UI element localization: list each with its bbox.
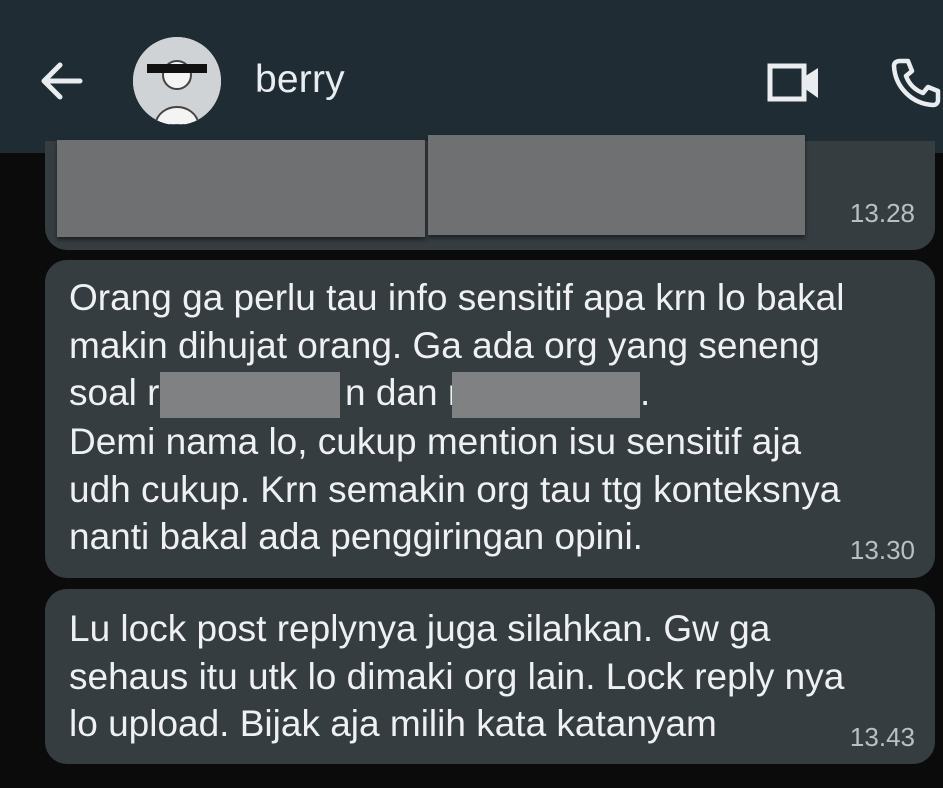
contact-name[interactable]: berry [255,58,345,102]
message-bubble[interactable]: Orang ga perlu tau info sensitif apa krn… [45,260,935,578]
message-line: Orang ga perlu tau info sensitif apa krn… [69,277,845,318]
message-line: lo upload. Bijak aja milih kata katanyam [69,703,717,744]
video-camera-icon [767,63,818,102]
message-bubble[interactable]: Lu lock post replynya juga silahkan. Gw … [45,589,935,764]
message-line: . [640,372,651,413]
redacted-text [452,372,640,418]
message-line: makin dihujat orang. Ga ada org yang sen… [69,325,820,366]
message-time: 13.30 [849,535,915,565]
message-bubble[interactable]: 13.28 [45,135,935,250]
avatar-image [133,37,221,125]
avatar[interactable] [133,37,221,125]
video-call-button[interactable] [766,60,822,106]
message-line: Demi nama lo, cukup mention isu sensitif… [69,421,802,462]
message-time: 13.43 [849,722,915,752]
message-line: n dan r [345,372,461,413]
chat-header: berry [0,0,943,153]
redacted-image-right [428,135,805,235]
voice-call-button[interactable] [888,55,943,110]
message-time: 13.28 [849,198,915,228]
message-line: sehaus itu utk lo dimaki org lain. Lock … [69,656,845,697]
message-line: udh cukup. Krn semakin org tau ttg konte… [69,469,841,510]
message-line: nanti bakal ada penggiringan opini. [69,516,643,557]
message-list[interactable]: 13.28 Orang ga perlu tau info sensitif a… [0,135,943,788]
back-button[interactable] [36,55,88,107]
redacted-text [160,372,340,418]
phone-icon [891,58,941,108]
message-line: Lu lock post replynya juga silahkan. Gw … [69,608,771,649]
message-line: soal r [69,372,160,413]
redacted-image-left [57,140,425,237]
arrow-left-icon [41,62,83,100]
chat-screen: berry 13.28 Orang ga perlu tau info sens… [0,0,943,788]
